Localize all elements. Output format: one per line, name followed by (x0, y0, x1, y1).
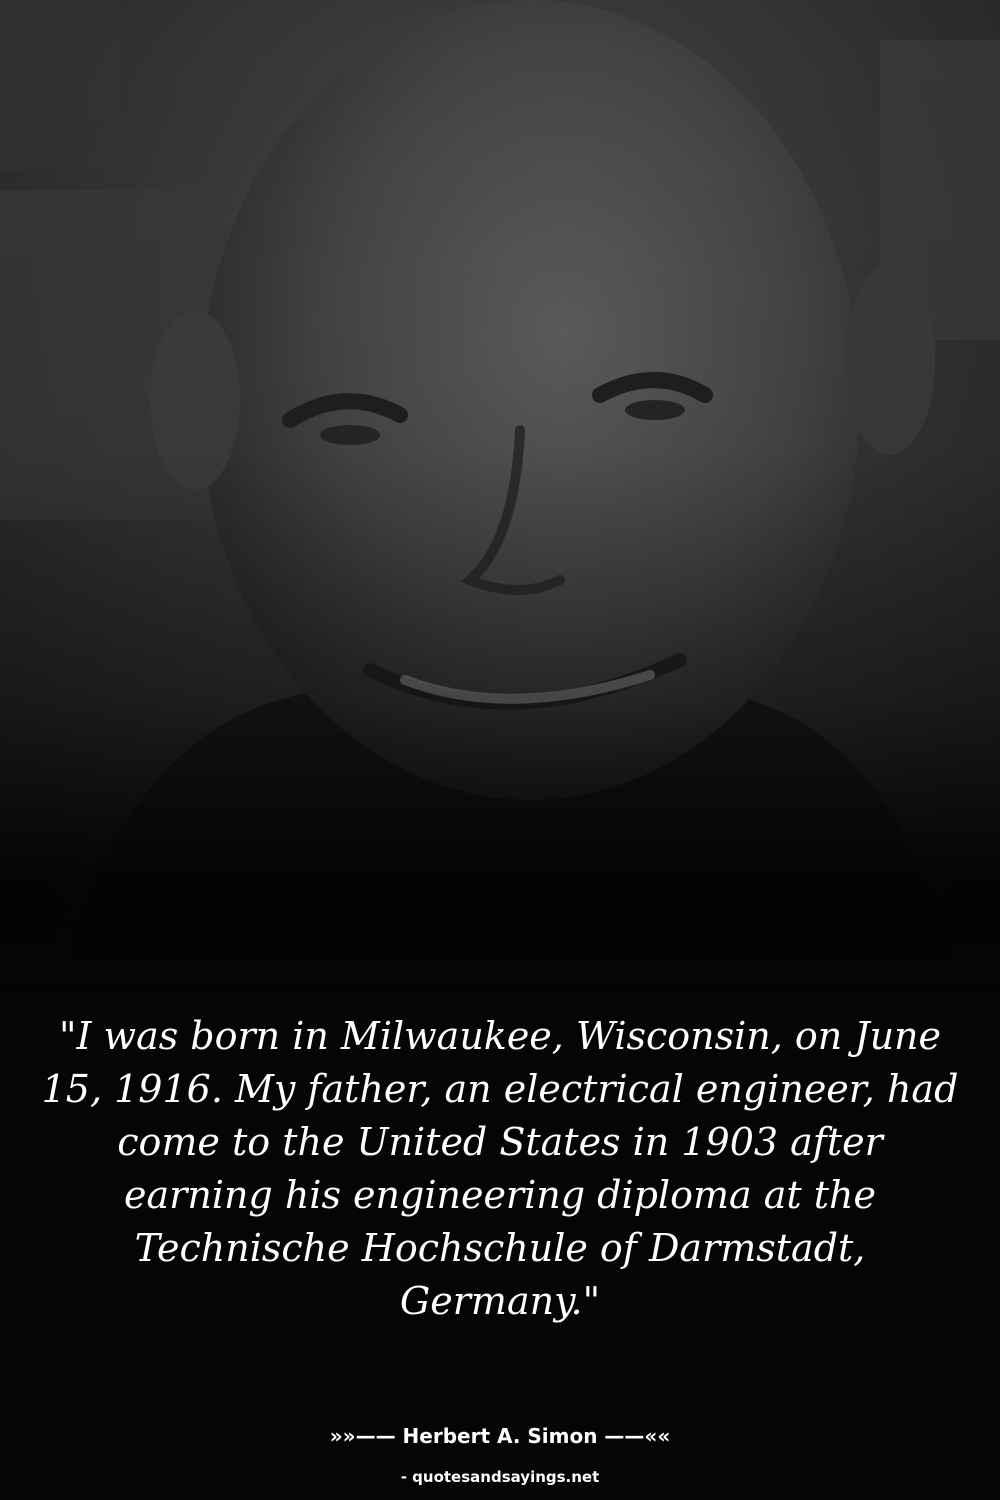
author-attribution: »»—— Herbert A. Simon ——«« (329, 1424, 671, 1448)
photo-fade-overlay (0, 0, 1000, 1000)
quote-text: "I was born in Milwaukee, Wisconsin, on … (41, 1014, 959, 1323)
source-credit: - quotesandsayings.net (400, 1468, 600, 1486)
